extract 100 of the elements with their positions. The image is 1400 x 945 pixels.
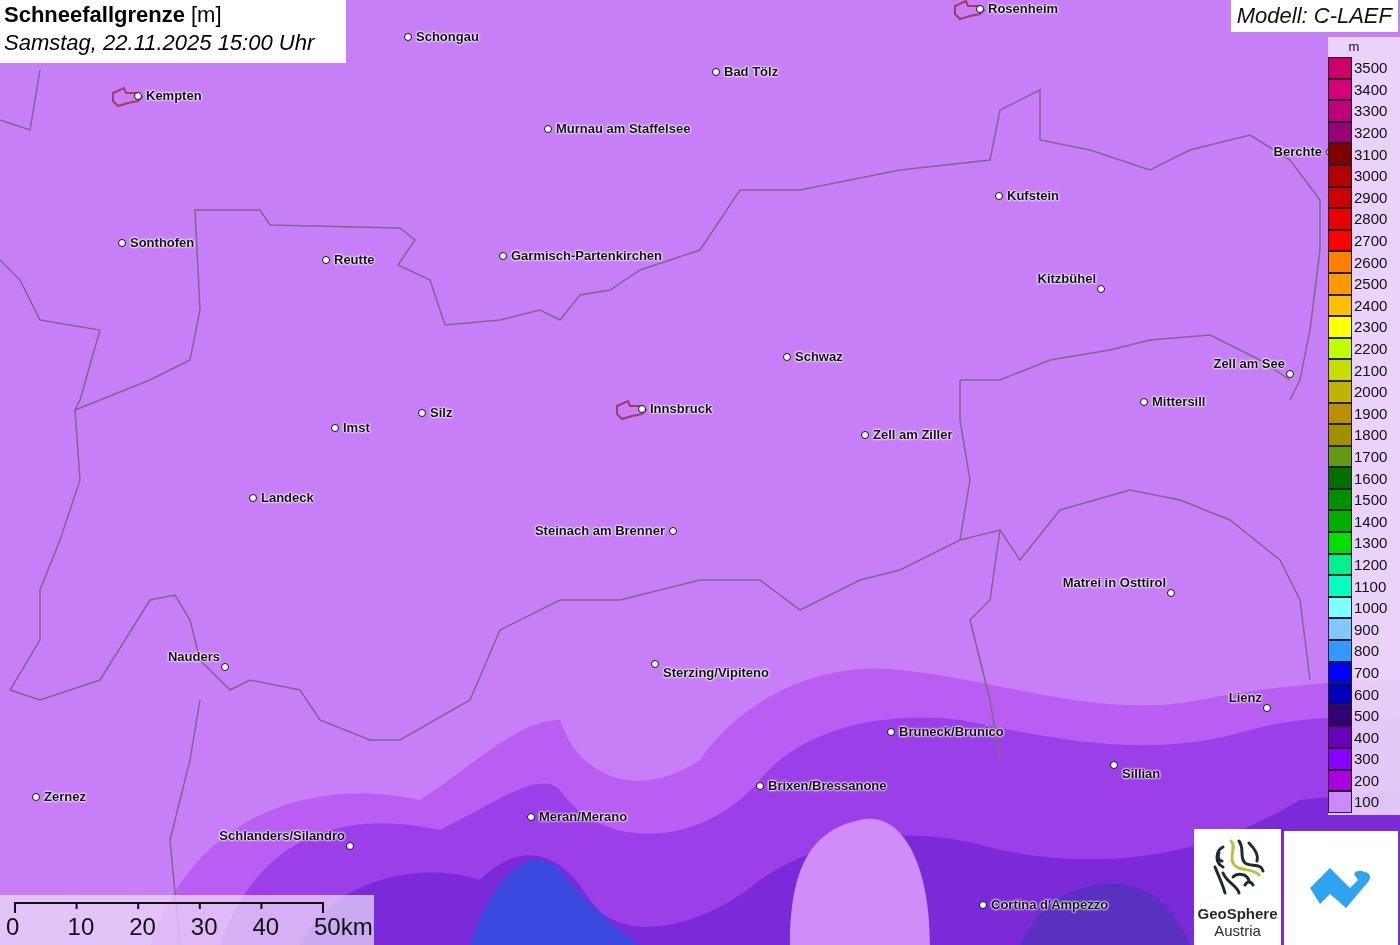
- city-marker: [861, 431, 869, 439]
- city-label: Innsbruck: [650, 401, 713, 417]
- city-label: Rosenheim: [988, 1, 1059, 17]
- city-marker: [249, 494, 257, 502]
- map-title: Schneefallgrenze: [4, 2, 185, 28]
- city-marker: [1167, 589, 1175, 597]
- city-marker: [544, 125, 552, 133]
- city-marker: [783, 353, 791, 361]
- legend-label: 3300: [1354, 102, 1388, 120]
- city-label: Kitzbühel: [1037, 271, 1096, 287]
- legend-label: 3000: [1354, 167, 1388, 185]
- city-label: Schwaz: [795, 349, 843, 365]
- legend-label: 600: [1354, 685, 1380, 703]
- legend-label: 2900: [1354, 188, 1388, 206]
- city-marker: [221, 663, 229, 671]
- city-label: Landeck: [261, 490, 314, 506]
- city-label: Nauders: [167, 649, 220, 665]
- city-label: Mittersill: [1152, 394, 1206, 410]
- scale-label: 30: [190, 913, 218, 941]
- legend-label: 500: [1354, 707, 1380, 725]
- legend-label: 1800: [1354, 426, 1388, 444]
- city-marker: [404, 33, 412, 41]
- city-label: Bad Tölz: [724, 64, 779, 80]
- city-label: Reutte: [334, 252, 375, 268]
- legend-label: 2100: [1354, 361, 1388, 379]
- city-marker: [1097, 285, 1105, 293]
- city-label: Lienz: [1228, 690, 1262, 706]
- city-label: Brixen/Bressanone: [768, 778, 887, 794]
- legend-label: 2200: [1354, 340, 1388, 357]
- city-marker: [322, 256, 330, 264]
- legend-label: 1100: [1354, 577, 1387, 595]
- city-marker: [418, 409, 426, 417]
- city-label: Steinach am Brenner: [534, 523, 665, 539]
- legend-label: 1900: [1354, 404, 1388, 422]
- logo-text: Austria: [1214, 922, 1261, 939]
- legend-label: 1400: [1354, 512, 1388, 530]
- legend-label: 2700: [1354, 232, 1388, 250]
- city-marker: [887, 728, 895, 736]
- scale-label: 10: [67, 913, 95, 941]
- legend-label: 1000: [1354, 599, 1388, 617]
- legend-label: 3400: [1354, 80, 1388, 98]
- city-label: Sonthofen: [130, 235, 195, 251]
- unit-label: [m]: [190, 2, 222, 28]
- city-label: Imst: [343, 420, 370, 436]
- city-marker: [756, 782, 764, 790]
- city-marker: [651, 660, 659, 668]
- city-label: Schongau: [416, 29, 479, 45]
- city-label: Zell am Ziller: [873, 427, 953, 443]
- legend-label: 1200: [1354, 555, 1388, 573]
- city-label: Bruneck/Brunico: [899, 724, 1004, 740]
- scale-label: 20: [129, 913, 156, 941]
- city-marker: [712, 68, 720, 76]
- city-marker: [976, 5, 984, 13]
- legend-label: 1600: [1354, 469, 1388, 487]
- city-marker: [331, 424, 339, 432]
- legend-label: 1300: [1354, 534, 1388, 552]
- scale-label: 0: [6, 913, 20, 941]
- city-marker: [1286, 370, 1294, 378]
- city-marker: [1140, 398, 1148, 406]
- legend-label: 100: [1354, 793, 1380, 811]
- legend-label: 1700: [1354, 448, 1388, 465]
- city-label: Zell am See: [1213, 356, 1285, 372]
- city-label: Kufstein: [1007, 188, 1059, 204]
- city-label: Schlanders/Silandro: [219, 828, 345, 844]
- legend-label: 2600: [1354, 253, 1388, 271]
- scale-label: 40: [252, 913, 280, 941]
- legend-label: 2400: [1354, 296, 1388, 314]
- city-label: Sillian: [1122, 766, 1161, 782]
- city-label: Cortina d'Ampezzo: [991, 897, 1109, 913]
- legend-label: 700: [1354, 663, 1380, 681]
- legend-label: 1500: [1354, 491, 1388, 509]
- city-marker: [995, 192, 1003, 200]
- city-marker: [346, 842, 354, 850]
- legend-label: 3200: [1354, 124, 1388, 142]
- scale-label: 50km: [314, 913, 373, 941]
- legend-unit: m: [1347, 38, 1361, 56]
- legend-label: 2500: [1354, 275, 1388, 293]
- logo-text: GeoSphere: [1197, 905, 1278, 922]
- city-marker: [979, 901, 987, 909]
- legend-label: 2300: [1354, 318, 1388, 336]
- city-label: Matrei in Osttirol: [1062, 575, 1166, 591]
- legend-label: 200: [1354, 771, 1380, 789]
- city-label: Silz: [430, 405, 453, 421]
- city-marker: [118, 239, 126, 247]
- city-marker: [32, 793, 40, 801]
- legend-label: 3500: [1354, 59, 1388, 77]
- city-label: Murnau am Staffelsee: [556, 121, 691, 137]
- legend-label: 3100: [1354, 145, 1388, 163]
- city-marker: [527, 813, 535, 821]
- city-marker: [134, 92, 142, 100]
- city-label: Sterzing/Vipiteno: [663, 665, 769, 681]
- legend-label: 2000: [1354, 383, 1388, 401]
- legend-label: 800: [1354, 642, 1380, 660]
- city-label: Berchte: [1273, 144, 1322, 160]
- scale-bar-icon: [14, 901, 326, 913]
- legend-label: 2800: [1354, 210, 1388, 228]
- city-marker: [638, 405, 646, 413]
- city-marker: [1263, 704, 1271, 712]
- city-label: Garmisch-Partenkirchen: [511, 248, 662, 264]
- model-label: Modell: C-LAEF: [1230, 0, 1398, 32]
